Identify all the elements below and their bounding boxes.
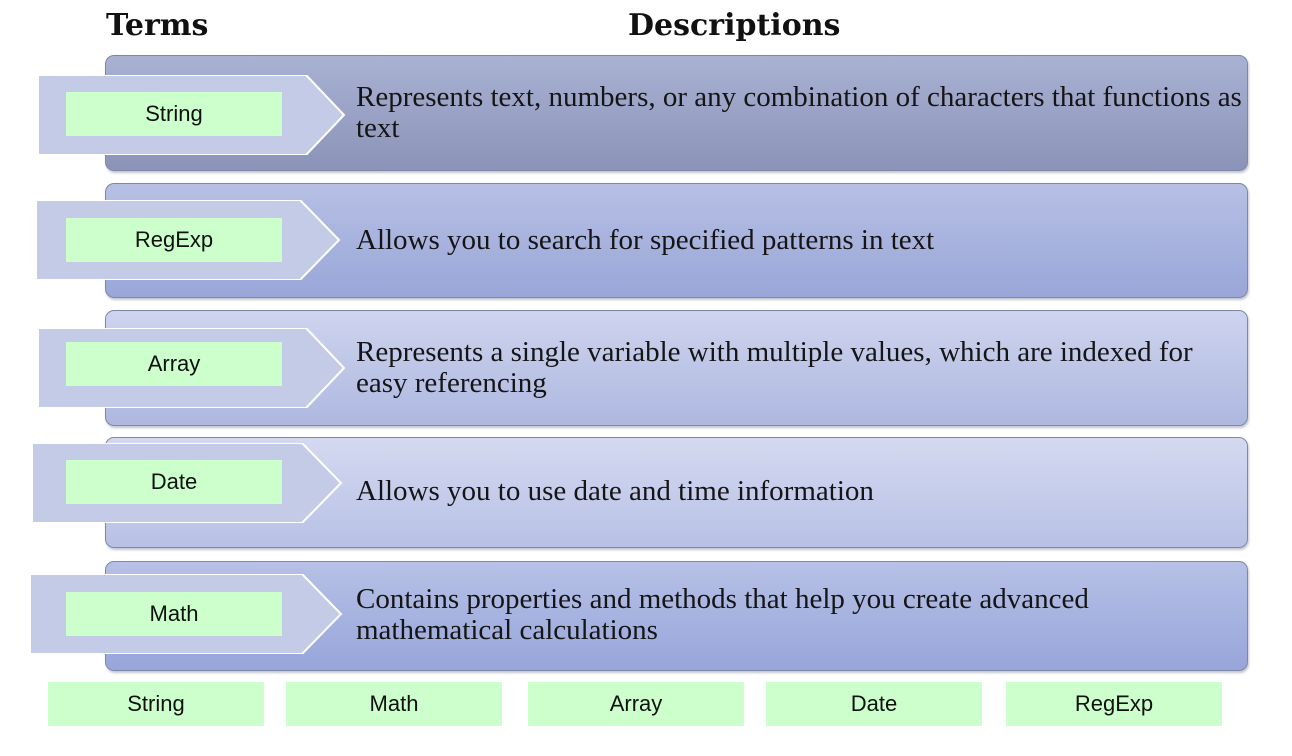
term-description: Contains properties and methods that hel… xyxy=(356,583,1089,646)
term-description: Represents a single variable with multip… xyxy=(356,336,1193,399)
term-row-math: Math Contains properties and methods tha… xyxy=(0,561,1292,676)
term-description: Represents text, numbers, or any combina… xyxy=(356,81,1242,144)
chip-regexp[interactable]: RegExp xyxy=(1006,682,1222,726)
term-label: String xyxy=(66,92,282,136)
chip-date[interactable]: Date xyxy=(766,682,982,726)
term-description: Allows you to search for specified patte… xyxy=(356,224,935,256)
term-row-date: Date Allows you to use date and time inf… xyxy=(0,437,1292,552)
chip-string[interactable]: String xyxy=(48,682,264,726)
term-description: Allows you to use date and time informat… xyxy=(356,475,874,507)
term-label: Date xyxy=(66,460,282,504)
term-label: RegExp xyxy=(66,218,282,262)
chip-array[interactable]: Array xyxy=(528,682,744,726)
terms-heading: Terms xyxy=(106,8,209,43)
term-label: Math xyxy=(66,592,282,636)
term-row-array: Array Represents a single variable with … xyxy=(0,310,1292,430)
chip-math[interactable]: Math xyxy=(286,682,502,726)
term-label: Array xyxy=(66,342,282,386)
term-row-string: String Represents text, numbers, or any … xyxy=(0,55,1292,175)
term-row-regexp: RegExp Allows you to search for specifie… xyxy=(0,183,1292,303)
descriptions-heading: Descriptions xyxy=(628,8,841,43)
